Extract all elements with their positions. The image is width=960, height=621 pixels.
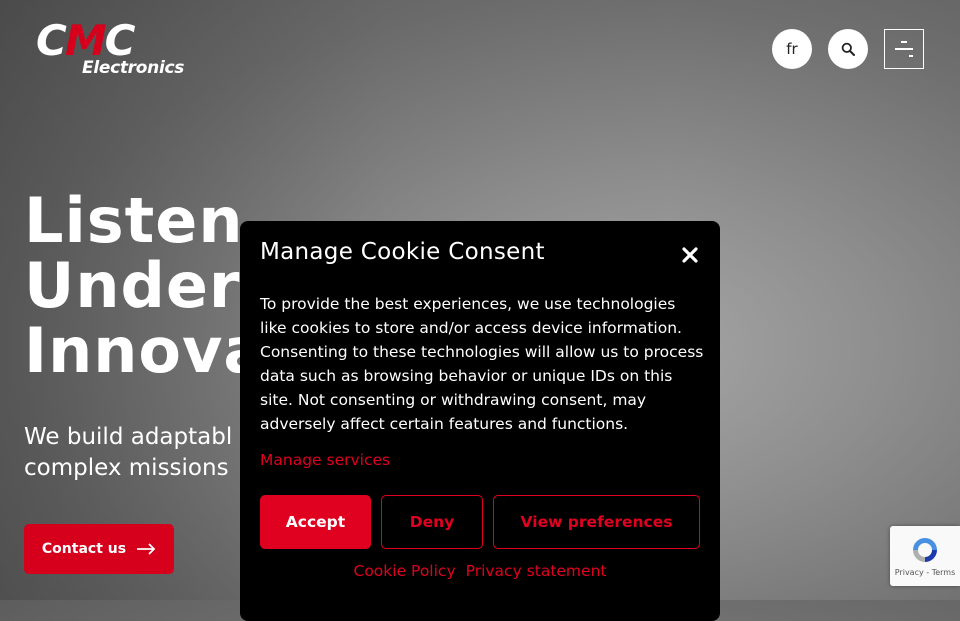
cookie-policy-link[interactable]: Cookie Policy [354, 562, 456, 580]
cmc-electronics-logo[interactable]: CMC Electronics [36, 16, 212, 80]
manage-services-link[interactable]: Manage services [260, 451, 390, 469]
recaptcha-badge[interactable]: Privacy - Terms [890, 526, 960, 586]
hero-subtitle-line: We build adaptabl [24, 424, 233, 450]
contact-us-label: Contact us [41, 541, 127, 557]
cookie-consent-dialog: Manage Cookie Consent To provide the bes… [240, 221, 720, 621]
cookie-dialog-footer: Cookie Policy Privacy statement [240, 562, 720, 580]
hero-subtitle-line: complex missions [24, 455, 229, 481]
cookie-dialog-title: Manage Cookie Consent [260, 239, 545, 265]
privacy-statement-link[interactable]: Privacy statement [466, 562, 607, 580]
contact-us-button[interactable]: Contact us [24, 524, 174, 574]
deny-button[interactable]: Deny [381, 495, 483, 549]
hero-title-line: Innova [24, 314, 267, 387]
close-button[interactable] [680, 245, 700, 265]
hero-title-line: Under [24, 249, 241, 322]
hero-title-line: Listen [24, 184, 244, 257]
arrow-right-icon [137, 543, 156, 555]
logo-subtitle: Electronics [82, 58, 185, 78]
menu-icon [895, 41, 913, 57]
close-icon [682, 247, 698, 263]
menu-button[interactable] [884, 29, 924, 69]
language-toggle-button[interactable]: fr [772, 29, 812, 69]
search-button[interactable] [828, 29, 868, 69]
cookie-dialog-message: To provide the best experiences, we use … [260, 295, 704, 433]
view-preferences-button[interactable]: View preferences [493, 495, 700, 549]
search-icon [841, 42, 855, 56]
accept-button[interactable]: Accept [260, 495, 371, 549]
hero-title: Listen Under Innova [24, 188, 266, 383]
recaptcha-terms[interactable]: Privacy - Terms [895, 568, 956, 577]
recaptcha-icon [913, 538, 937, 562]
